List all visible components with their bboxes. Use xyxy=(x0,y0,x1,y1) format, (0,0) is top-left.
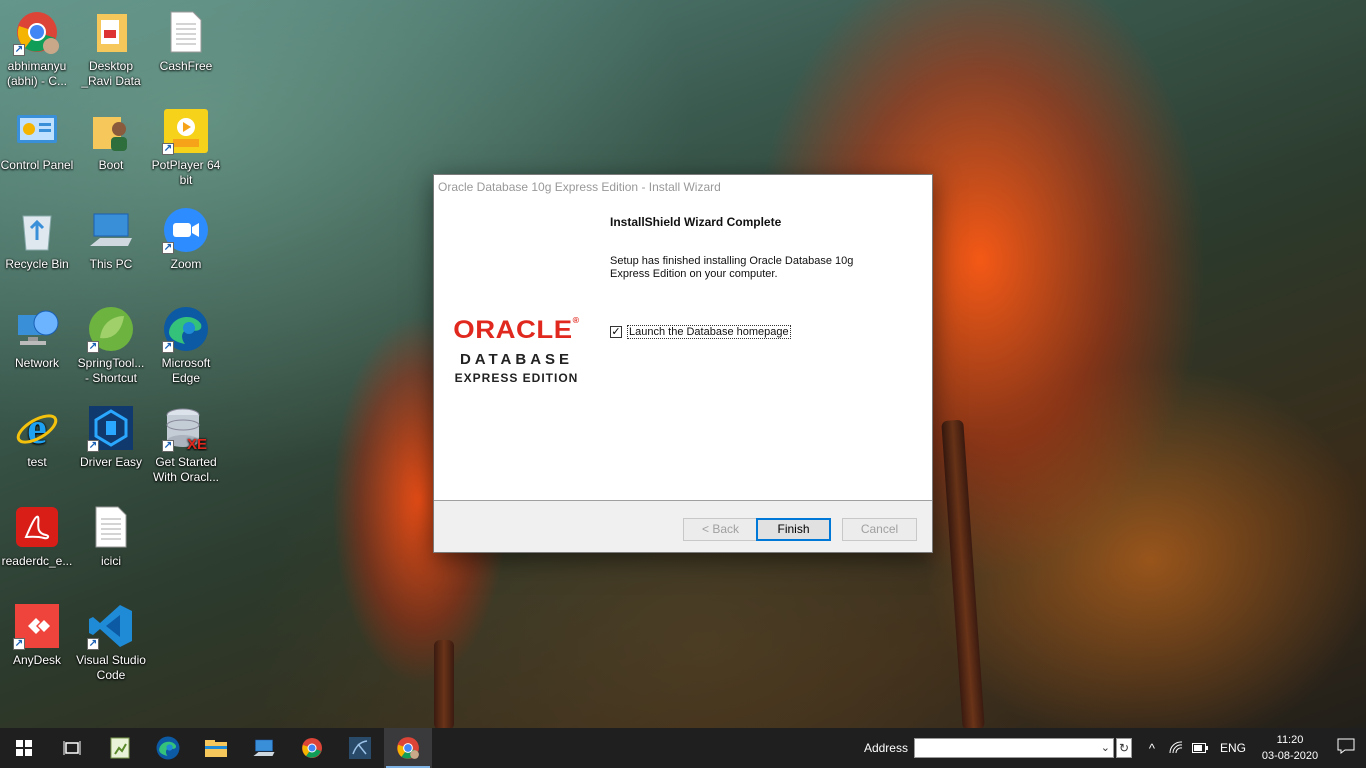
desktop-icon-desktop-ravi-data[interactable]: Desktop _Ravi Data xyxy=(74,0,148,92)
edge-icon xyxy=(156,736,180,760)
driver-easy-icon: ↗ xyxy=(87,404,135,452)
desktop-icon-potplayer[interactable]: ↗ PotPlayer 64 bit xyxy=(149,99,223,191)
sql-developer-icon xyxy=(349,737,371,759)
install-wizard-dialog: Oracle Database 10g Express Edition - In… xyxy=(433,174,933,553)
taskbar-edge[interactable] xyxy=(144,728,192,768)
internet-explorer-icon: e xyxy=(13,404,61,452)
desktop-icon-oracle-xe[interactable]: XE ↗ Get Started With Oracl... xyxy=(149,396,223,488)
desktop-icon-recycle-bin[interactable]: Recycle Bin xyxy=(0,198,74,290)
language-indicator[interactable]: ENG xyxy=(1220,741,1246,755)
desktop-icon-cashfree[interactable]: CashFree xyxy=(149,0,223,92)
launch-homepage-label[interactable]: Launch the Database homepage xyxy=(627,325,791,339)
address-input[interactable]: ⌄ xyxy=(913,738,1114,758)
desktop-icon-microsoft-edge[interactable]: ↗ Microsoft Edge xyxy=(149,297,223,389)
folder-user-icon xyxy=(87,107,135,155)
desktop-icon-test[interactable]: e test xyxy=(0,396,74,488)
notification-icon[interactable] xyxy=(1326,738,1366,759)
desktop-icon-this-pc[interactable]: This PC xyxy=(74,198,148,290)
address-toolbar-label: Address xyxy=(863,741,908,755)
wizard-footer: < Back Finish Cancel xyxy=(434,500,932,552)
desktop-icon-boot[interactable]: Boot xyxy=(74,99,148,191)
control-panel-icon xyxy=(13,107,61,155)
start-icon xyxy=(16,740,32,756)
file-explorer-icon xyxy=(205,740,227,757)
this-pc-icon xyxy=(87,206,135,254)
zoom-icon: ↗ xyxy=(162,206,210,254)
this-pc-icon xyxy=(253,739,275,756)
acrobat-icon xyxy=(13,503,61,551)
refresh-icon[interactable]: ↻ xyxy=(1115,738,1132,758)
clock-time: 11:20 xyxy=(1276,734,1304,746)
recycle-bin-icon xyxy=(13,206,61,254)
wizard-content: InstallShield Wizard Complete Setup has … xyxy=(610,215,910,339)
finish-button[interactable]: Finish xyxy=(756,518,831,541)
flower-stem xyxy=(434,640,454,728)
desktop-icon-icici[interactable]: icici xyxy=(74,495,148,587)
taskbar-this-pc[interactable] xyxy=(240,728,288,768)
desktop-icon-vscode[interactable]: ↗ Visual Studio Code xyxy=(74,594,148,686)
edge-icon: ↗ xyxy=(162,305,210,353)
vscode-icon: ↗ xyxy=(87,602,135,650)
taskbar: Address ⌄ ↻ ^ ENG 11:20 03-08-2020 xyxy=(0,728,1366,768)
oracle-logo: ORACLE® DATABASE EXPRESS EDITION xyxy=(434,199,599,501)
svg-text:e: e xyxy=(27,405,47,451)
taskbar-notepad-plus[interactable] xyxy=(96,728,144,768)
network-icon xyxy=(13,305,61,353)
desktop-icon-spring-tool[interactable]: ↗ SpringTool... - Shortcut xyxy=(74,297,148,389)
chevron-up-icon[interactable]: ^ xyxy=(1140,741,1164,756)
desktop-icon-network[interactable]: Network xyxy=(0,297,74,389)
taskbar-sql-developer[interactable] xyxy=(336,728,384,768)
desktop-icon-readerdc[interactable]: readerdc_e... xyxy=(0,495,74,587)
chevron-down-icon[interactable]: ⌄ xyxy=(1101,741,1110,754)
taskbar-chrome-profile[interactable] xyxy=(384,728,432,768)
start-button[interactable] xyxy=(0,728,48,768)
spring-tool-icon: ↗ xyxy=(87,305,135,353)
document-icon xyxy=(162,8,210,56)
flower-stem xyxy=(941,419,985,728)
chrome-icon xyxy=(302,738,322,758)
task-view-button[interactable] xyxy=(48,728,96,768)
system-tray: Address ⌄ ↻ ^ ENG 11:20 03-08-2020 xyxy=(864,728,1366,768)
back-button[interactable]: < Back xyxy=(683,518,758,541)
dialog-title[interactable]: Oracle Database 10g Express Edition - In… xyxy=(434,175,932,199)
chrome-icon: ↗ xyxy=(13,8,61,56)
potplayer-icon: ↗ xyxy=(162,107,210,155)
oracle-brand: ORACLE® xyxy=(453,315,580,344)
desktop-icon-zoom[interactable]: ↗ Zoom xyxy=(149,198,223,290)
notepad-plus-icon xyxy=(110,737,130,759)
oracle-product: DATABASE xyxy=(459,350,574,368)
desktop-icon-chrome-profile[interactable]: ↗ abhimanyu (abhi) - C... xyxy=(0,0,74,92)
wizard-heading: InstallShield Wizard Complete xyxy=(610,215,782,229)
clock[interactable]: 11:20 03-08-2020 xyxy=(1254,732,1326,764)
clock-date: 03-08-2020 xyxy=(1261,750,1319,762)
oracle-edition: EXPRESS EDITION xyxy=(454,370,579,385)
battery-icon[interactable] xyxy=(1188,741,1212,756)
oracle-xe-icon: XE ↗ xyxy=(162,404,210,452)
desktop-icon-driver-easy[interactable]: ↗ Driver Easy xyxy=(74,396,148,488)
desktop-icon-anydesk[interactable]: ↗ AnyDesk xyxy=(0,594,74,686)
launch-homepage-option[interactable]: ✓ Launch the Database homepage xyxy=(610,325,910,339)
svg-text:XE: XE xyxy=(187,436,207,451)
chrome-profile-icon xyxy=(397,737,419,759)
desktop-icon-control-panel[interactable]: Control Panel xyxy=(0,99,74,191)
document-icon xyxy=(87,503,135,551)
cancel-button[interactable]: Cancel xyxy=(842,518,917,541)
task-view-icon xyxy=(63,741,81,755)
wifi-icon[interactable] xyxy=(1164,740,1188,756)
folder-icon xyxy=(87,8,135,56)
wizard-message: Setup has finished installing Oracle Dat… xyxy=(610,255,854,280)
taskbar-chrome[interactable] xyxy=(288,728,336,768)
taskbar-file-explorer[interactable] xyxy=(192,728,240,768)
anydesk-icon: ↗ xyxy=(13,602,61,650)
launch-homepage-checkbox[interactable]: ✓ xyxy=(610,326,622,338)
